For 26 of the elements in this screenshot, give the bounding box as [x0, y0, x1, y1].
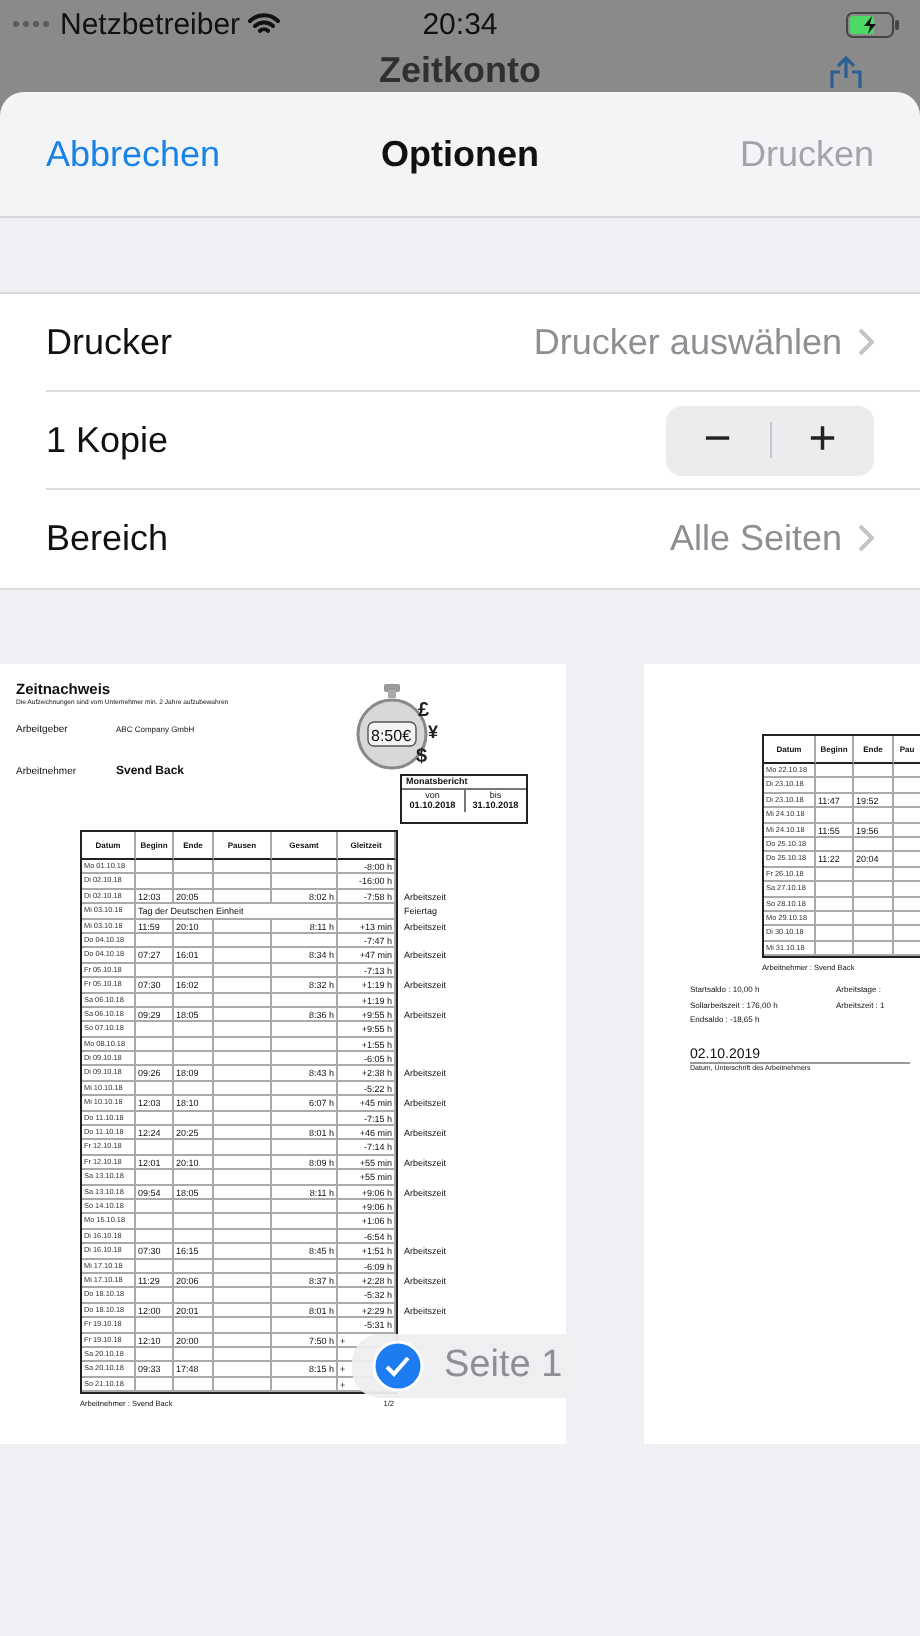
- stopwatch-display: 8:50€: [371, 727, 412, 745]
- signal-icon: [12, 20, 52, 28]
- option-value[interactable]: Alle Seiten: [669, 517, 842, 559]
- chevron-icon: [858, 328, 874, 356]
- decrement-button[interactable]: −: [666, 405, 769, 475]
- currency-symbol: ¥: [428, 722, 439, 742]
- option-label: 1 Kopie: [46, 419, 171, 461]
- page-label: Seite 1: [444, 1344, 563, 1388]
- option-label: Drucker: [46, 321, 175, 363]
- cancel-button[interactable]: Abbrechen: [46, 133, 221, 175]
- share-icon[interactable]: [828, 56, 864, 88]
- option-value[interactable]: Drucker auswählen: [533, 321, 842, 363]
- currency-symbol: $: [416, 746, 428, 768]
- currency-symbol: £: [418, 700, 430, 722]
- status-time: 20:34: [422, 7, 498, 41]
- chevron-icon: [858, 524, 874, 552]
- empty-cell: [338, 904, 396, 920]
- option-label: Bereich: [46, 517, 171, 559]
- sheet-title: Optionen: [381, 133, 539, 175]
- increment-button[interactable]: +: [771, 405, 874, 475]
- stopwatch-icon: [356, 684, 428, 770]
- carrier-name: Netzbetreiber: [60, 7, 241, 41]
- wifi-icon: [248, 12, 281, 36]
- copies-stepper[interactable]: − +: [666, 405, 874, 475]
- battery-icon: [846, 11, 900, 37]
- screen-title: Zeitkonto: [379, 50, 541, 90]
